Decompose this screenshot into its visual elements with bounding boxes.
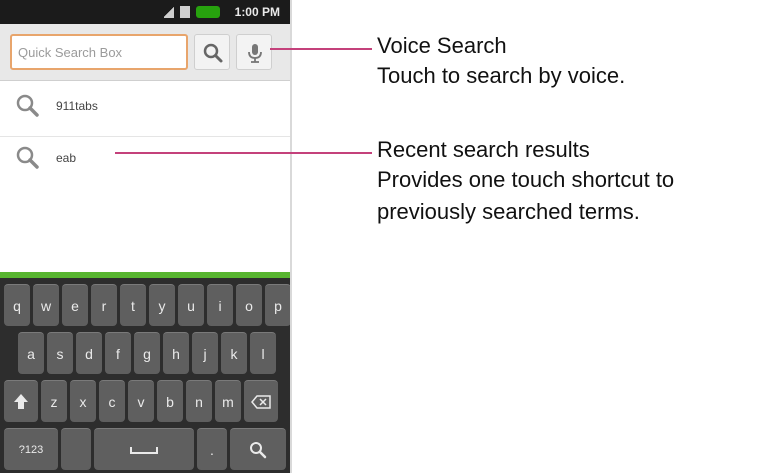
key-t[interactable]: t xyxy=(120,284,146,326)
key-b[interactable]: b xyxy=(157,380,183,422)
quick-search-box[interactable] xyxy=(10,34,188,70)
symbols-key[interactable]: ?123 xyxy=(4,428,58,470)
status-bar: 1:00 PM xyxy=(0,0,290,24)
result-label: 911tabs xyxy=(56,99,98,113)
recent-results-description-line-2: previously searched terms. xyxy=(377,199,640,224)
key-y[interactable]: y xyxy=(149,284,175,326)
search-history-icon xyxy=(16,94,39,117)
keyboard-row-3: z x c v b n m xyxy=(4,380,278,422)
key-x[interactable]: x xyxy=(70,380,96,422)
key-r[interactable]: r xyxy=(91,284,117,326)
search-input[interactable] xyxy=(12,36,186,68)
key-k[interactable]: k xyxy=(221,332,247,374)
key-i[interactable]: i xyxy=(207,284,233,326)
key-n[interactable]: n xyxy=(186,380,212,422)
search-history-icon xyxy=(16,146,39,169)
key-f[interactable]: f xyxy=(105,332,131,374)
key-j[interactable]: j xyxy=(192,332,218,374)
recent-results-description-line-1: Provides one touch shortcut to xyxy=(377,167,675,192)
keyboard-row-2: a s d f g h j k l xyxy=(18,332,276,374)
voice-search-callout-line xyxy=(270,48,372,50)
microphone-icon xyxy=(248,44,262,63)
key-p[interactable]: p xyxy=(265,284,290,326)
key-s[interactable]: s xyxy=(47,332,73,374)
key-u[interactable]: u xyxy=(178,284,204,326)
key-q[interactable]: q xyxy=(4,284,30,326)
signal-icon xyxy=(164,6,174,18)
phone-screen: 1:00 PM 911tabs xyxy=(0,0,292,473)
key-m[interactable]: m xyxy=(215,380,241,422)
key-c[interactable]: c xyxy=(99,380,125,422)
magnifier-icon xyxy=(203,43,223,63)
key-e[interactable]: e xyxy=(62,284,88,326)
key-h[interactable]: h xyxy=(163,332,189,374)
list-item[interactable]: 911tabs xyxy=(0,80,290,137)
key-v[interactable]: v xyxy=(128,380,154,422)
comma-key[interactable] xyxy=(61,428,91,470)
key-g[interactable]: g xyxy=(134,332,160,374)
space-key[interactable] xyxy=(94,428,194,470)
backspace-icon xyxy=(251,394,271,409)
battery-icon xyxy=(196,6,220,18)
key-d[interactable]: d xyxy=(76,332,102,374)
recent-results-callout-line xyxy=(115,152,372,154)
key-o[interactable]: o xyxy=(236,284,262,326)
voice-search-title: Voice Search xyxy=(377,33,507,58)
key-w[interactable]: w xyxy=(33,284,59,326)
result-label: eab xyxy=(56,151,77,165)
keyboard-row-1: q w e r t y u i o p xyxy=(4,284,290,326)
search-bar xyxy=(0,24,290,81)
shift-key[interactable] xyxy=(4,380,38,422)
soft-keyboard: q w e r t y u i o p a s d f g h j k l z … xyxy=(0,278,290,473)
keyboard-row-4: ?123 . xyxy=(4,428,286,470)
status-time: 1:00 PM xyxy=(234,5,280,19)
key-l[interactable]: l xyxy=(250,332,276,374)
backspace-key[interactable] xyxy=(244,380,278,422)
shift-arrow-icon xyxy=(14,393,28,409)
voice-search-button[interactable] xyxy=(236,34,272,70)
key-z[interactable]: z xyxy=(41,380,67,422)
magnifier-icon xyxy=(250,441,267,458)
recent-results-title: Recent search results xyxy=(377,137,590,162)
keyboard-search-key[interactable] xyxy=(230,428,286,470)
voice-search-description: Touch to search by voice. xyxy=(377,63,626,88)
list-item[interactable]: eab xyxy=(0,132,290,188)
key-a[interactable]: a xyxy=(18,332,44,374)
search-button[interactable] xyxy=(194,34,230,70)
network-icon xyxy=(180,6,190,18)
space-bar-icon xyxy=(130,446,158,454)
period-key[interactable]: . xyxy=(197,428,227,470)
